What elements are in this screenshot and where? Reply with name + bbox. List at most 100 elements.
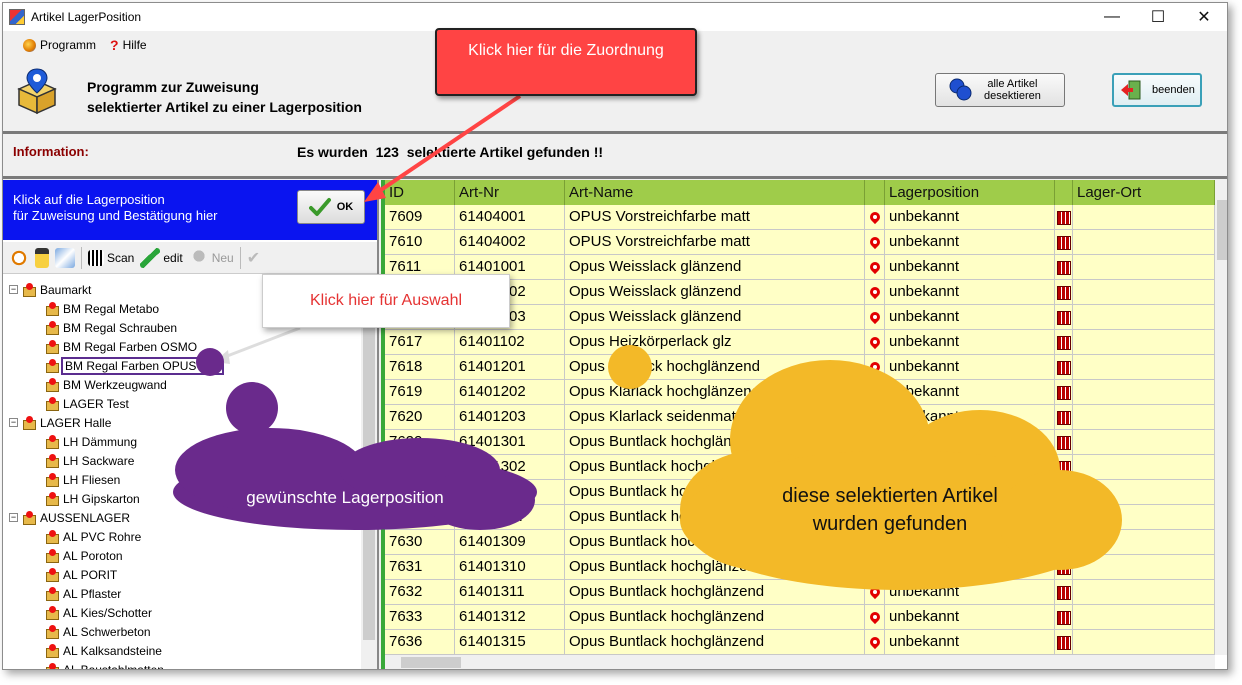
building-icon — [1056, 610, 1071, 625]
edit-button[interactable]: edit — [140, 246, 183, 270]
cell-artnr: 61401201 — [455, 355, 565, 380]
confirm-button[interactable]: ✔ — [247, 246, 260, 270]
tree-group[interactable]: − AUSSENLAGER — [7, 508, 359, 527]
tree-item[interactable]: BM Regal Farben OPUS — [7, 356, 359, 375]
grid-vertical-scrollbar[interactable] — [1215, 180, 1227, 655]
cell-lagerort — [1073, 380, 1215, 405]
col-building-header[interactable] — [1055, 180, 1073, 205]
grid-hscroll-thumb[interactable] — [401, 657, 461, 668]
tree-item[interactable]: LAGER Test — [7, 394, 359, 413]
storage-location-icon — [45, 396, 60, 411]
col-artname-header[interactable]: Art-Name — [565, 180, 865, 205]
information-label: Information: — [13, 144, 89, 159]
cell-building — [1055, 580, 1073, 605]
tree-item[interactable]: AL Pflaster — [7, 584, 359, 603]
grid-horizontal-scrollbar[interactable] — [385, 655, 1215, 669]
deselect-all-button[interactable]: alle Artikel desektieren — [935, 73, 1065, 107]
cell-artnr: 61401305 — [455, 480, 565, 505]
network-button[interactable] — [55, 246, 75, 270]
tree-item[interactable]: AL Kies/Schotter — [7, 603, 359, 622]
storage-location-icon — [45, 491, 60, 506]
exit-button[interactable]: beenden — [1112, 73, 1202, 107]
cell-pin — [865, 380, 885, 405]
table-row[interactable]: 7633 61401312 Opus Buntlack hochglänzend un… — [385, 605, 1215, 630]
cell-building — [1055, 255, 1073, 280]
tree-item[interactable]: AL PORIT — [7, 565, 359, 584]
cell-lagerort — [1073, 305, 1215, 330]
col-artnr-header[interactable]: Art-Nr — [455, 180, 565, 205]
menu-hilfe[interactable]: ? Hilfe — [110, 37, 147, 53]
maximize-button[interactable]: ☐ — [1135, 3, 1181, 31]
qr-code-icon — [88, 249, 104, 266]
menu-programm[interactable]: Programm — [23, 37, 96, 53]
table-row[interactable]: 7619 61401202 Opus Klarlack hochglänzend un… — [385, 380, 1215, 405]
scan-button[interactable]: Scan — [88, 246, 134, 270]
cell-artnr: 61404001 — [455, 205, 565, 230]
col-lagerort-header[interactable]: Lager-Ort — [1073, 180, 1215, 205]
cell-id: 7636 — [385, 630, 455, 655]
program-icon — [23, 38, 36, 52]
cell-pin — [865, 205, 885, 230]
cell-pin — [865, 555, 885, 580]
table-row[interactable]: 7623 61401302 Opus Buntlack hochglänzend un… — [385, 455, 1215, 480]
new-button[interactable]: Neu — [188, 246, 234, 270]
tree-item[interactable]: LH Fliesen — [7, 470, 359, 489]
tree-item[interactable]: AL Baustahlmatten — [7, 660, 359, 669]
minimize-button[interactable]: — — [1089, 3, 1135, 31]
cell-building — [1055, 605, 1073, 630]
table-row[interactable]: 7632 61401311 Opus Buntlack hochglänzend un… — [385, 580, 1215, 605]
cell-lagerort — [1073, 430, 1215, 455]
instruction-line-1: Klick auf die Lagerposition — [13, 192, 165, 207]
ok-button[interactable]: OK — [297, 190, 365, 224]
col-lagerposition-header[interactable]: Lagerposition — [885, 180, 1055, 205]
tree-item-label: AL Poroton — [63, 548, 123, 563]
tree-scrollbar-thumb[interactable] — [363, 300, 375, 640]
tree-item[interactable]: LH Sackware — [7, 451, 359, 470]
cell-pin — [865, 430, 885, 455]
tree-collapse-icon[interactable]: − — [9, 285, 18, 294]
table-row[interactable]: 7620 61401203 Opus Klarlack seidenmatt unbe… — [385, 405, 1215, 430]
history-button[interactable] — [9, 246, 29, 270]
cell-id: 7617 — [385, 330, 455, 355]
yellow-cloud-text: diese selektierten Artikel wurden gefund… — [700, 482, 1080, 538]
tree-item-label: AL Schwerbeton — [63, 624, 151, 639]
table-row[interactable]: 7618 61401201 Opus Klarlack hochglänzend un… — [385, 355, 1215, 380]
tree-scrollbar[interactable] — [361, 280, 377, 669]
battery-button[interactable] — [35, 246, 49, 270]
table-row[interactable]: 7610 61404002 OPUS Vorstreichfarbe matt unb… — [385, 230, 1215, 255]
app-window: Artikel LagerPosition — ☐ ✕ Programm ? H… — [2, 2, 1228, 670]
col-id-header[interactable]: ID — [385, 180, 455, 205]
table-row[interactable]: 7636 61401315 Opus Buntlack hochglänzend un… — [385, 630, 1215, 655]
menu-hilfe-label: Hilfe — [122, 38, 147, 52]
grid-vscroll-thumb[interactable] — [1217, 200, 1227, 260]
cell-id: 7622 — [385, 430, 455, 455]
article-grid: ID Art-Nr Art-Name Lagerposition Lager-O… — [381, 180, 1227, 669]
tree-item[interactable]: LH Dämmung — [7, 432, 359, 451]
tree-item[interactable]: AL Schwerbeton — [7, 622, 359, 641]
cell-building — [1055, 630, 1073, 655]
tree-item[interactable]: BM Regal Farben OSMO — [7, 337, 359, 356]
table-row[interactable]: 7622 61401301 Opus Buntlack hochglänzend un… — [385, 430, 1215, 455]
close-button[interactable]: ✕ — [1181, 3, 1227, 31]
table-row[interactable]: 7617 61401102 Opus Heizkörperlack glz unbek… — [385, 330, 1215, 355]
cell-pin — [865, 580, 885, 605]
col-pin-header[interactable] — [865, 180, 885, 205]
cell-lagerort — [1073, 555, 1215, 580]
information-bar: Information: Es wurden 123 selektierte A… — [3, 135, 1227, 177]
tree-group[interactable]: − LAGER Halle — [7, 413, 359, 432]
building-icon — [1056, 285, 1071, 300]
cell-building — [1055, 205, 1073, 230]
tree-item[interactable]: AL Poroton — [7, 546, 359, 565]
table-row[interactable]: 7609 61404001 OPUS Vorstreichfarbe matt unb… — [385, 205, 1215, 230]
building-icon — [1056, 585, 1071, 600]
table-row[interactable]: 7631 61401310 Opus Buntlack hochglänzend un… — [385, 555, 1215, 580]
tree-item[interactable]: BM Werkzeugwand — [7, 375, 359, 394]
storage-location-icon — [45, 643, 60, 658]
tree-item[interactable]: AL Kalksandsteine — [7, 641, 359, 660]
building-icon — [1056, 435, 1071, 450]
tree-item[interactable]: AL PVC Rohre — [7, 527, 359, 546]
tree-collapse-icon[interactable]: − — [9, 513, 18, 522]
cell-lagerposition: unbekannt — [885, 430, 1055, 455]
tree-collapse-icon[interactable]: − — [9, 418, 18, 427]
storage-location-icon — [45, 453, 60, 468]
